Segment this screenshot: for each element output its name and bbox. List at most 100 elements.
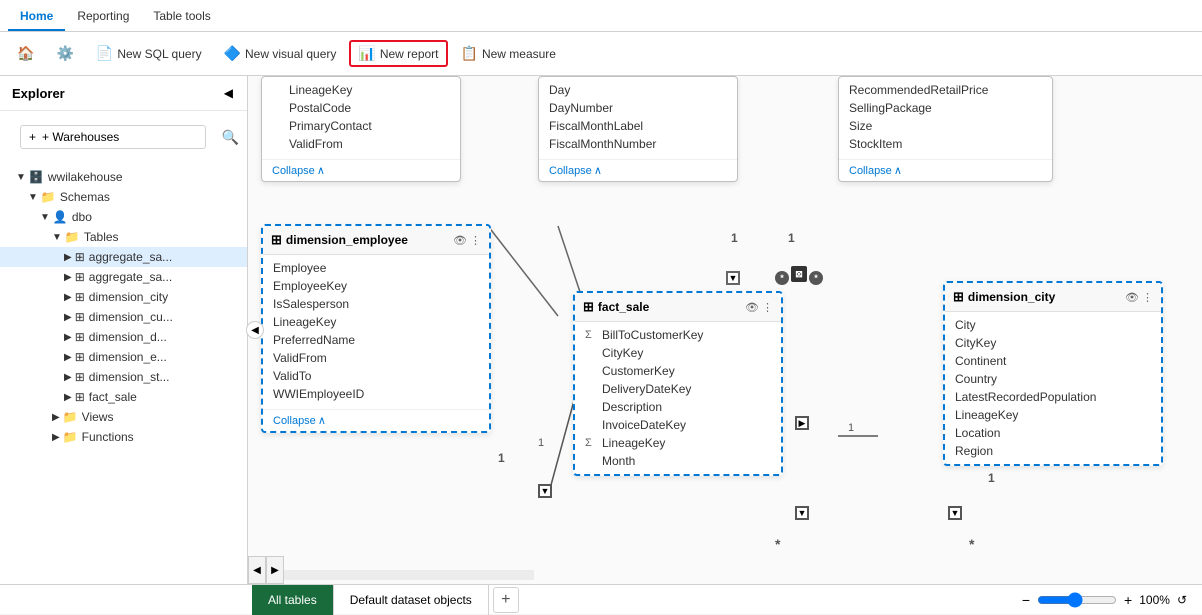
tree-area: ▼ 🗄️ wwilakehouse ▼ 📁 Schemas ▼ 👤 dbo ▼ … [0,163,247,584]
tab-reporting[interactable]: Reporting [65,3,141,31]
home-icon-btn[interactable]: 🏠 [8,40,43,67]
bottom-tab-default-dataset[interactable]: Default dataset objects [334,585,489,615]
tab-table-tools[interactable]: Table tools [141,3,222,31]
sidebar-item-fact-sale[interactable]: ▶ ⊞ fact_sale [0,387,247,407]
chevron-icon: ▶ [64,252,72,263]
sidebar-item-dimension-st[interactable]: ▶ ⊞ dimension_st... [0,367,247,387]
tab-home[interactable]: Home [8,3,65,31]
zoom-in-btn[interactable]: + [1121,592,1135,608]
new-measure-btn[interactable]: 📋 New measure [452,40,565,67]
connector-asterisk-right: * [809,271,823,285]
db-collapse-btn[interactable]: Collapse ∧ [262,159,460,181]
sidebar-item-label: Tables [84,230,239,244]
home-icon: 🏠 [17,45,34,62]
db-table-date-partial: Day DayNumber FiscalMonthLabel FiscalMon… [538,76,738,182]
db-field-latestrecordedpopulation: LatestRecordedPopulation [945,388,1161,406]
zoom-out-btn[interactable]: − [1019,592,1033,608]
canvas-area[interactable]: 1 1 LineageKey PostalCode [248,76,1202,584]
db-field-citykey: CityKey [945,334,1161,352]
chevron-icon: ▶ [52,432,60,443]
table-more-btn[interactable]: ⋮ [762,301,773,314]
db-field-validfrom: ValidFrom [263,349,489,367]
sigma-icon: Σ [585,437,597,449]
sidebar-collapse-handle[interactable]: ◀ [246,321,264,339]
db-collapse-date-btn[interactable]: Collapse ∧ [539,159,737,181]
table-preview-btn[interactable]: 👁 [453,234,467,247]
sidebar-item-aggregate-sa-2[interactable]: ▶ ⊞ aggregate_sa... [0,267,247,287]
db-field: RecommendedRetailPrice [839,81,1052,99]
sidebar-item-dimension-cu[interactable]: ▶ ⊞ dimension_cu... [0,307,247,327]
field-label: ValidFrom [289,137,343,151]
add-tab-btn[interactable]: + [493,587,519,613]
table-preview-btn[interactable]: 👁 [1125,291,1139,304]
db-table-dimension-city[interactable]: ⊞ dimension_city 👁 ⋮ City CityKey Contin… [943,281,1163,466]
arrow-down-city: ▼ [948,506,962,520]
bottom-tab-all-tables[interactable]: All tables [252,585,334,615]
sidebar-item-tables[interactable]: ▼ 📁 Tables [0,227,247,247]
new-visual-query-btn[interactable]: 🔷 New visual query [215,40,346,67]
field-label: LineageKey [955,408,1018,422]
zoom-reset-btn[interactable]: ↺ [1174,593,1190,607]
db-field: Day [539,81,737,99]
sidebar-item-label: Schemas [60,190,239,204]
field-label: LineageKey [602,436,665,450]
field-label: DeliveryDateKey [602,382,691,396]
db-collapse-employee-btn[interactable]: Collapse ∧ [263,409,489,431]
sidebar-item-aggregate-sa-1[interactable]: ▶ ⊞ aggregate_sa... [0,247,247,267]
sidebar-item-schemas[interactable]: ▼ 📁 Schemas [0,187,247,207]
table-title: dimension_employee [286,233,408,247]
sidebar-item-dimension-d[interactable]: ▶ ⊞ dimension_d... [0,327,247,347]
chevron-icon: ▶ [52,412,60,423]
db-field: Σ BillToCustomerKey [575,326,781,344]
table-icon: ⊞ [75,290,85,304]
sidebar-item-views[interactable]: ▶ 📁 Views [0,407,247,427]
sql-icon: 📄 [96,45,113,62]
sidebar-item-wwilakehouse[interactable]: ▼ 🗄️ wwilakehouse [0,167,247,187]
chevron-icon: ▶ [64,332,72,343]
connector-key-center: ⊠ [791,266,807,282]
report-icon: 📊 [358,45,375,62]
sidebar-item-dbo[interactable]: ▼ 👤 dbo [0,207,247,227]
nav-tabs: Home Reporting Table tools [0,0,1202,32]
settings-btn[interactable]: ⚙️ [47,40,82,67]
table-icon: ⊞ [75,310,85,324]
db-field-validto: ValidTo [263,367,489,385]
toolbar: 🏠 ⚙️ 📄 New SQL query 🔷 New visual query … [0,32,1202,76]
table-more-btn[interactable]: ⋮ [470,234,481,247]
field-label: Region [955,444,993,458]
db-collapse-supplier-btn[interactable]: Collapse ∧ [839,159,1052,181]
db-table-actions: 👁 ⋮ [745,301,773,314]
db-table-header-left: ⊞ dimension_employee [271,232,408,248]
zoom-slider[interactable] [1037,592,1117,608]
sidebar-item-dimension-city[interactable]: ▶ ⊞ dimension_city [0,287,247,307]
settings-icon: ⚙️ [56,45,73,62]
chevron-icon: ▼ [40,212,50,223]
db-table-body: LineageKey PostalCode PrimaryContact Val… [262,77,460,157]
search-btn[interactable]: 🔍 [222,129,239,146]
sidebar-item-label: dimension_e... [89,350,239,364]
table-preview-btn[interactable]: 👁 [745,301,759,314]
field-label: Day [549,83,570,97]
new-sql-query-btn[interactable]: 📄 New SQL query [87,40,211,67]
sidebar-item-dimension-e[interactable]: ▶ ⊞ dimension_e... [0,347,247,367]
new-report-btn[interactable]: 📊 New report [349,40,447,67]
sidebar-item-label: dimension_city [89,290,239,304]
db-table-dimension-employee[interactable]: ⊞ dimension_employee 👁 ⋮ Employee Employ… [261,224,491,433]
add-warehouse-btn[interactable]: + + Warehouses [20,125,206,149]
db-table-header-left: ⊞ dimension_city [953,289,1055,305]
db-table-fact-sale[interactable]: ⊞ fact_sale 👁 ⋮ Σ BillToCustomerKey City… [573,291,783,476]
canvas-scroll-left[interactable]: ◀ [248,556,266,584]
db-field-lineagekey-city: LineageKey [945,406,1161,424]
field-label: Employee [273,261,326,275]
sidebar-collapse-btn[interactable]: ◀ [222,84,235,102]
field-label: DayNumber [549,101,613,115]
table-more-btn[interactable]: ⋮ [1142,291,1153,304]
db-field: Σ LineageKey [575,434,781,452]
sidebar-item-functions[interactable]: ▶ 📁 Functions [0,427,247,447]
connector-1-top: 1 [731,231,738,245]
canvas-scroll-right[interactable]: ▶ [266,556,284,584]
add-icon: + [29,130,36,144]
table-icon: ⊞ [75,350,85,364]
chevron-icon: ▶ [64,292,72,303]
field-label: BillToCustomerKey [602,328,703,342]
